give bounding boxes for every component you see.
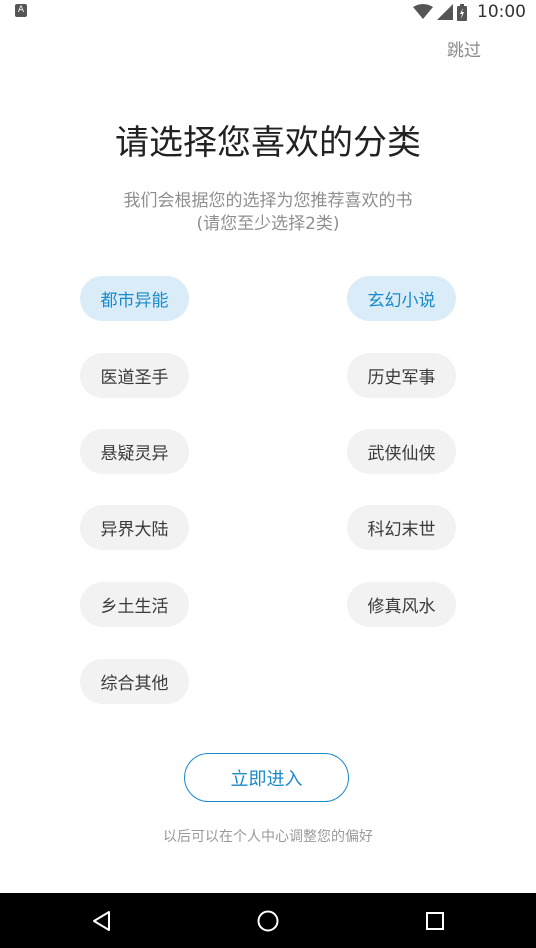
category-chip[interactable]: 医道圣手 (80, 353, 189, 398)
home-button[interactable] (238, 893, 298, 948)
recents-icon (426, 911, 444, 930)
signal-icon (437, 4, 453, 20)
app-notification-icon: A (15, 4, 27, 17)
preference-hint: 以后可以在个人中心调整您的偏好 (163, 829, 373, 845)
category-chip[interactable]: 都市异能 (80, 276, 189, 321)
clock: 10:00 (477, 2, 526, 22)
category-chip[interactable]: 科幻末世 (347, 505, 456, 550)
category-chip[interactable]: 修真风水 (347, 582, 456, 627)
category-chip[interactable]: 综合其他 (80, 659, 189, 704)
back-button[interactable] (71, 893, 131, 948)
subtitle: 我们会根据您的选择为您推荐喜欢的书 (123, 191, 413, 211)
recents-button[interactable] (405, 893, 465, 948)
category-chip[interactable]: 悬疑灵异 (80, 429, 189, 474)
back-icon (93, 910, 110, 931)
battery-icon (457, 3, 467, 21)
category-chip[interactable]: 武侠仙侠 (347, 429, 456, 474)
subtitle-note: (请您至少选择2类) (196, 214, 340, 234)
navigation-bar (0, 893, 536, 948)
page-title: 请选择您喜欢的分类 (115, 123, 421, 163)
skip-button[interactable]: 跳过 (447, 36, 481, 61)
status-bar: A 10:00 (0, 0, 536, 24)
category-chip[interactable]: 历史军事 (347, 353, 456, 398)
category-chip[interactable]: 乡土生活 (80, 582, 189, 627)
wifi-icon (413, 4, 433, 19)
category-chip[interactable]: 异界大陆 (80, 505, 189, 550)
category-chip[interactable]: 玄幻小说 (347, 276, 456, 321)
status-icons: 10:00 (413, 0, 526, 24)
enter-button[interactable]: 立即进入 (184, 753, 349, 802)
home-icon (257, 910, 279, 931)
